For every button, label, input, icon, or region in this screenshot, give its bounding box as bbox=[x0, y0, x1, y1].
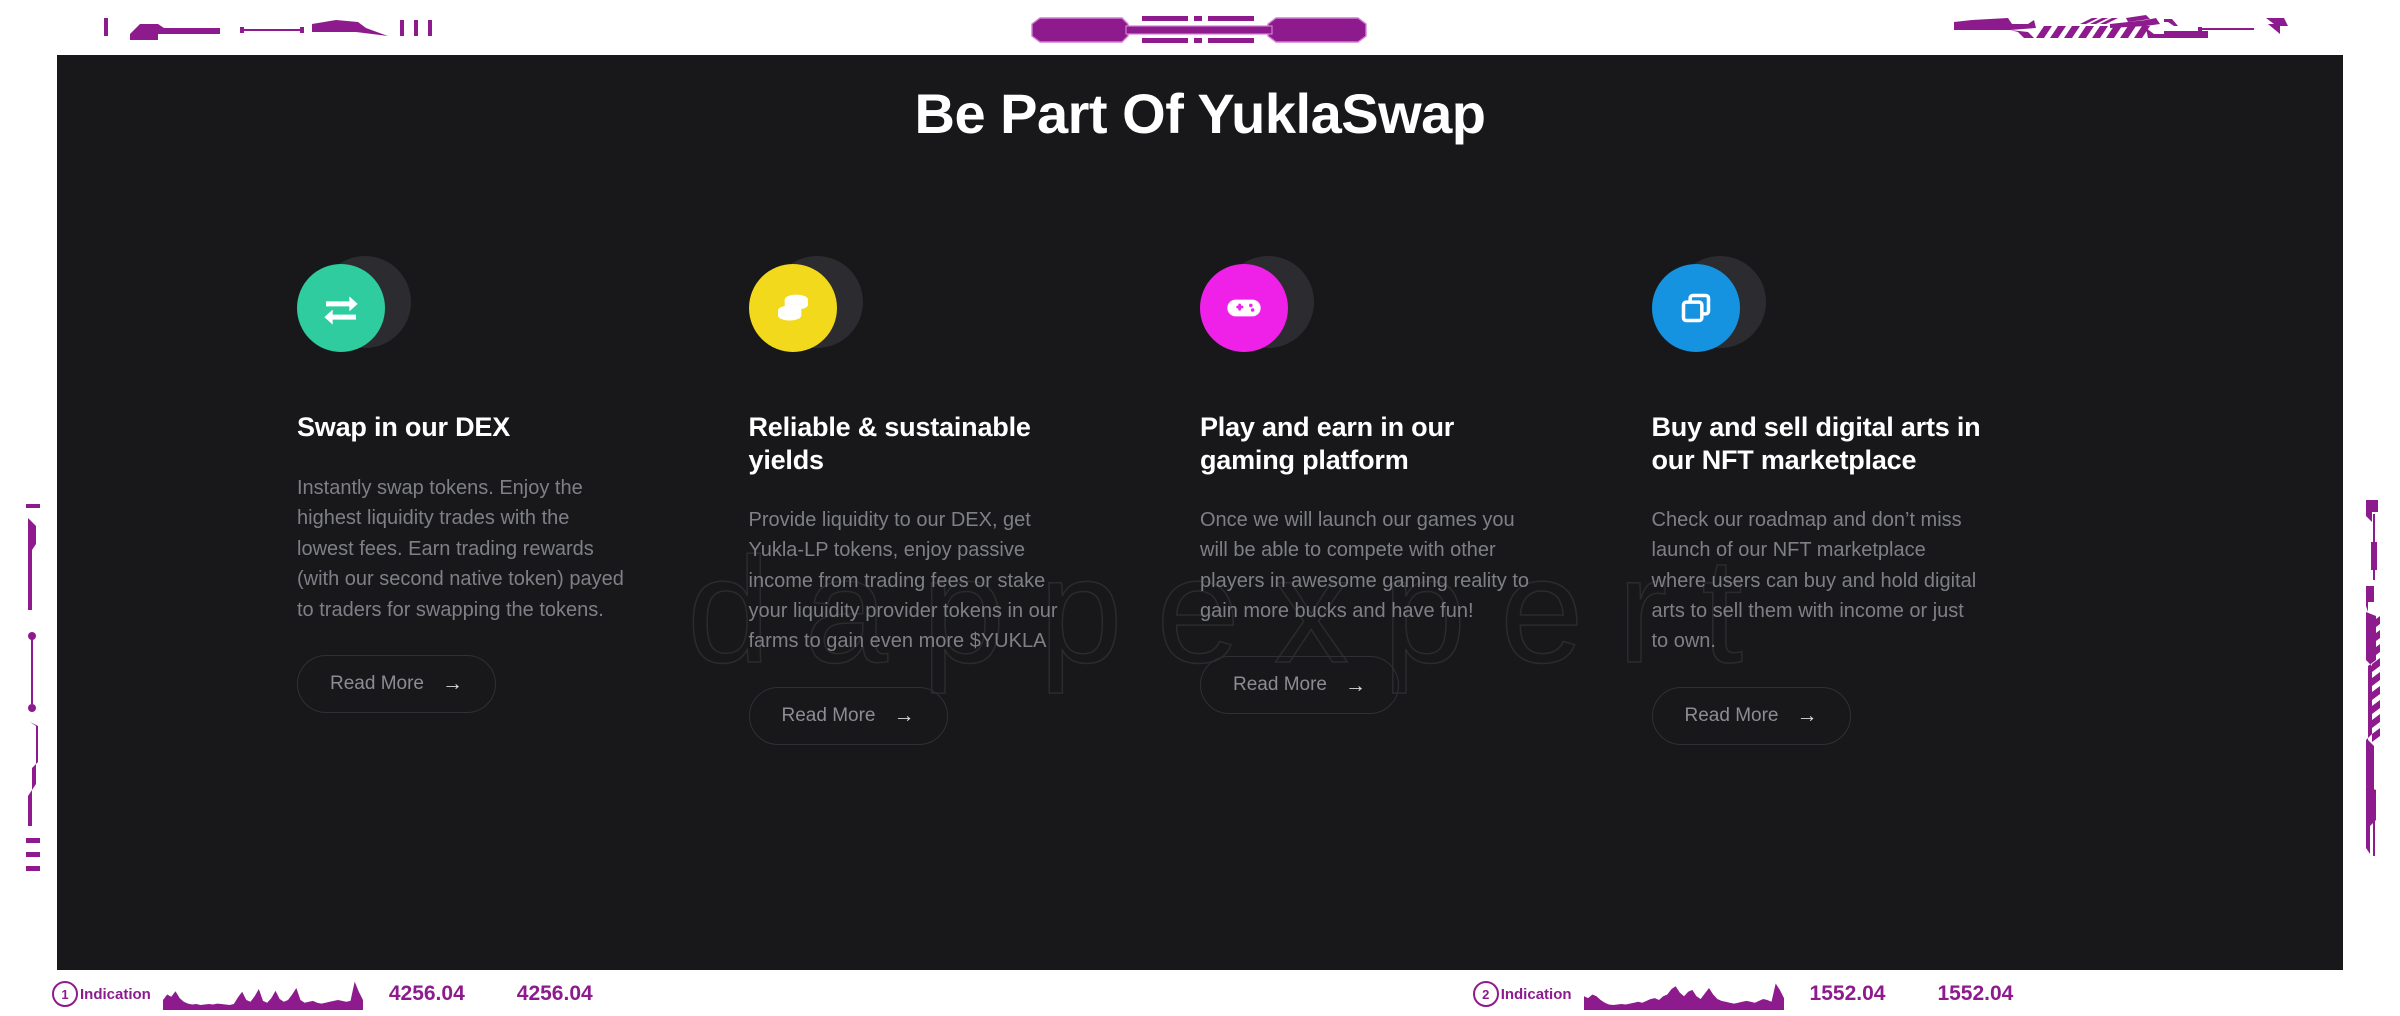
swap-arrows-icon bbox=[324, 296, 358, 325]
icon-badge bbox=[1651, 264, 1740, 352]
read-more-label: Read More bbox=[1233, 674, 1327, 696]
coins-stack-icon bbox=[777, 294, 808, 321]
card-body: Check our roadmap and don’t miss launch … bbox=[1651, 508, 1977, 653]
screen: d a p p e x p e r t Be Part Of YuklaSwap bbox=[0, 0, 2400, 1016]
indicator-value-left: 4256.04 bbox=[388, 982, 465, 1005]
hud-decoration-left bbox=[26, 504, 40, 871]
indicator-number: 1 bbox=[52, 981, 78, 1007]
hud-decoration-top-center bbox=[1031, 16, 1367, 43]
indicator-label: Indication bbox=[80, 985, 151, 1003]
read-more-label: Read More bbox=[781, 704, 876, 726]
sparkline-chart-1 bbox=[162, 981, 363, 1010]
indicator-2[interactable]: 2 Indication 1552.04 1552.04 bbox=[1472, 978, 2014, 1010]
indicator-value-right: 1552.04 bbox=[1937, 982, 2014, 1005]
icon-wrapper bbox=[1651, 256, 1772, 366]
indicator-value-right: 4256.04 bbox=[516, 982, 593, 1005]
card-title: Buy and sell digital arts in our NFT mar… bbox=[1651, 412, 1981, 475]
feature-card-yields: Reliable & sustainable yields Provide li… bbox=[748, 256, 1201, 745]
read-more-button[interactable]: Read More → bbox=[297, 654, 496, 713]
feature-card-gaming: Play and earn in our gaming platform Onc… bbox=[1200, 256, 1652, 745]
feature-card-nft: Buy and sell digital arts in our NFT mar… bbox=[1651, 256, 2104, 745]
icon-badge bbox=[748, 264, 837, 352]
card-title: Swap in our DEX bbox=[297, 412, 511, 442]
read-more-button[interactable]: Read More → bbox=[1200, 656, 1399, 715]
card-title: Play and earn in our gaming platform bbox=[1200, 412, 1455, 475]
icon-badge bbox=[1200, 264, 1288, 352]
indicator-1[interactable]: 1 Indication 4256.04 4256.04 bbox=[52, 978, 593, 1010]
hud-decoration-top-left bbox=[104, 18, 432, 40]
gamepad-icon bbox=[1227, 299, 1261, 317]
icon-badge bbox=[297, 264, 385, 352]
layered-squares-icon bbox=[1681, 293, 1710, 323]
card-title: Reliable & sustainable yields bbox=[748, 412, 1031, 475]
indicator-bar: 1 Indication 4256.04 4256.04 2 Indicatio… bbox=[0, 972, 2400, 1016]
card-body: Once we will launch our games you will b… bbox=[1200, 508, 1530, 623]
read-more-label: Read More bbox=[330, 672, 424, 694]
hud-decoration-right bbox=[2366, 500, 2380, 856]
icon-wrapper bbox=[1200, 256, 1320, 366]
icon-wrapper bbox=[748, 256, 869, 366]
read-more-button[interactable]: Read More → bbox=[1651, 686, 1851, 745]
icon-wrapper bbox=[297, 256, 417, 366]
read-more-label: Read More bbox=[1684, 704, 1779, 726]
hud-decoration-top-right bbox=[1954, 15, 2288, 38]
read-more-button[interactable]: Read More → bbox=[748, 686, 948, 745]
indicator-number: 2 bbox=[1472, 981, 1499, 1007]
arrow-right-icon: → bbox=[893, 704, 915, 728]
arrow-right-icon: → bbox=[1796, 704, 1818, 728]
arrow-right-icon: → bbox=[1345, 673, 1366, 697]
indicator-value-left: 1552.04 bbox=[1809, 982, 1886, 1005]
sparkline-chart-2 bbox=[1583, 983, 1784, 1010]
indicator-label: Indication bbox=[1500, 985, 1572, 1003]
feature-cards: Swap in our DEX Instantly swap tokens. E… bbox=[57, 256, 2343, 745]
page-title: Be Part Of YuklaSwap bbox=[914, 82, 1486, 145]
content-panel: d a p p e x p e r t Be Part Of YuklaSwap bbox=[57, 55, 2343, 970]
card-body: Instantly swap tokens. Enjoy the highest… bbox=[297, 477, 624, 621]
arrow-right-icon: → bbox=[442, 672, 463, 696]
card-body: Provide liquidity to our DEX, get Yukla-… bbox=[748, 508, 1058, 653]
feature-card-swap: Swap in our DEX Instantly swap tokens. E… bbox=[297, 256, 749, 745]
